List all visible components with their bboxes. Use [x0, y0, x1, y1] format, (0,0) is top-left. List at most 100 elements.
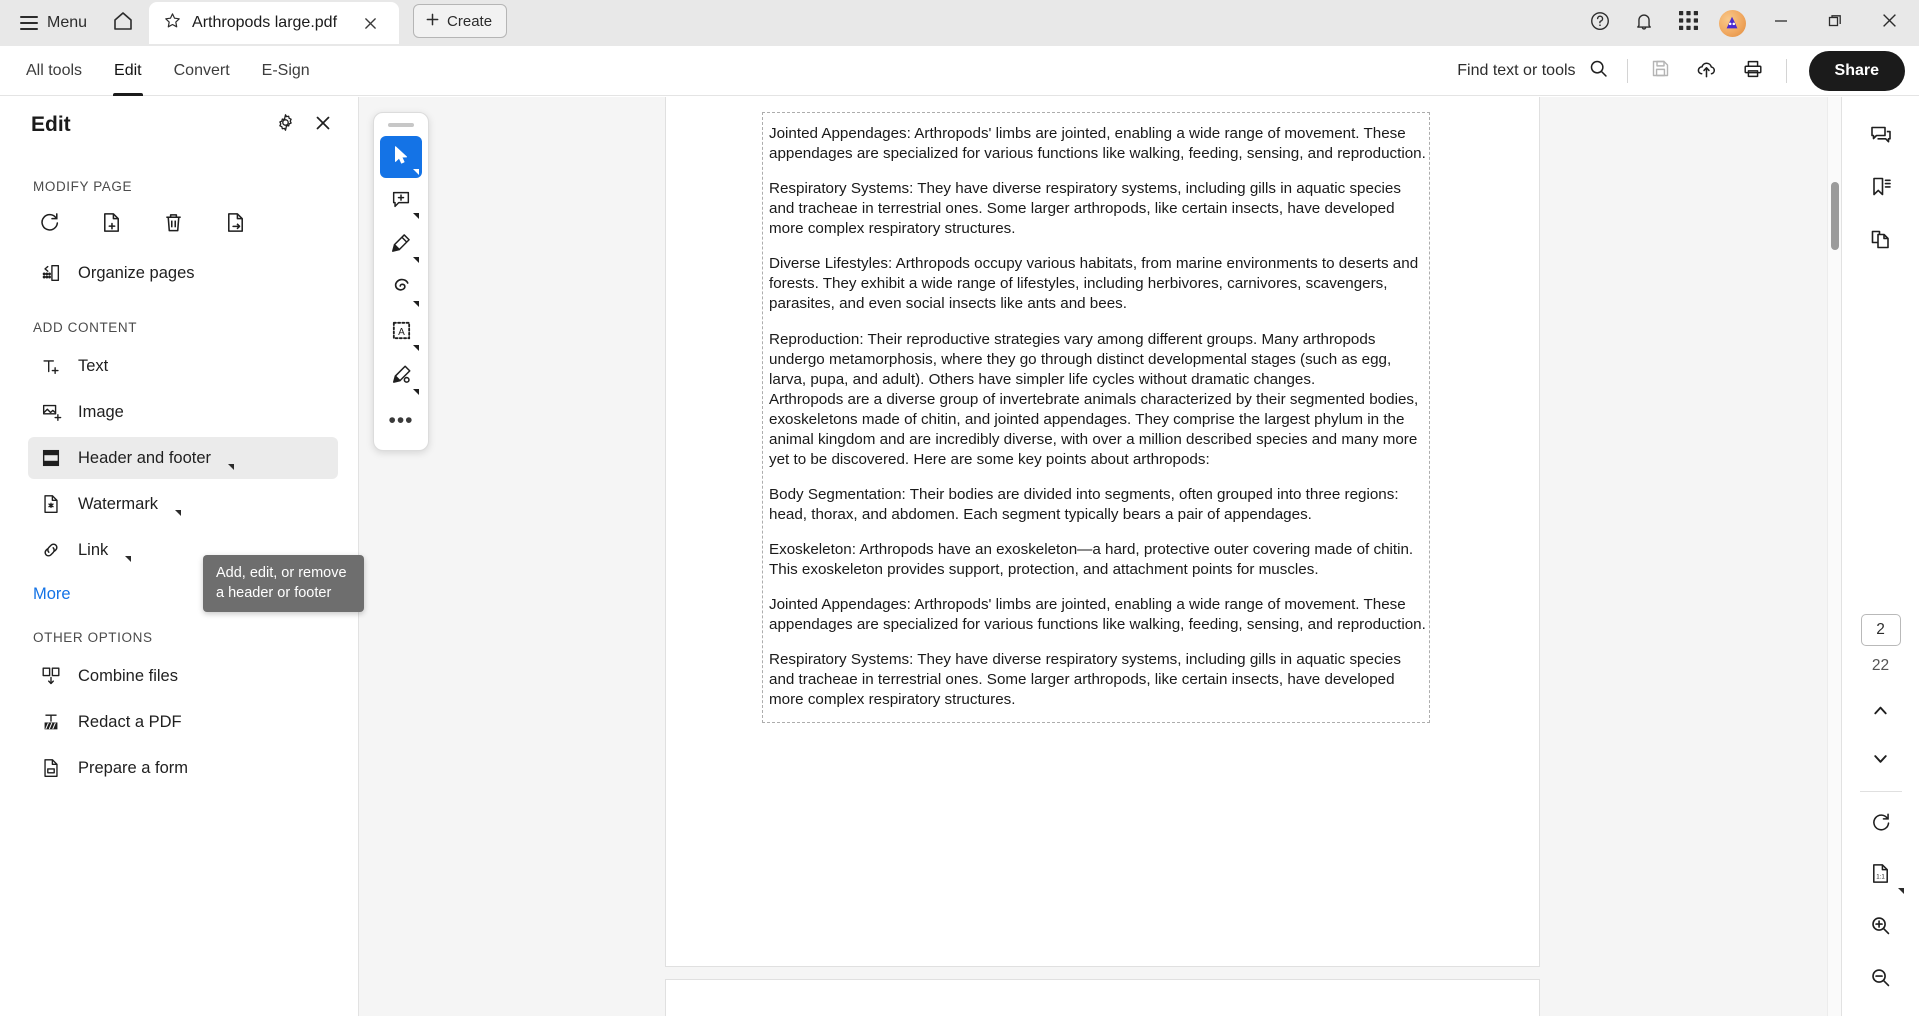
- document-scrollbar[interactable]: [1827, 97, 1841, 1016]
- more-link[interactable]: More: [0, 585, 71, 604]
- chevron-down-icon[interactable]: [413, 345, 419, 351]
- panel-title: Edit: [31, 113, 71, 136]
- app-switcher-button[interactable]: [1667, 3, 1709, 43]
- text-box-tool-button[interactable]: A: [380, 312, 422, 354]
- page-number-input[interactable]: 2: [1860, 614, 1901, 646]
- tooltip-header-and-footer: Add, edit, or remove a header or footer: [203, 555, 364, 613]
- sidebar-item-watermark[interactable]: Watermark: [28, 483, 338, 525]
- user-account-button[interactable]: [1711, 3, 1753, 43]
- paragraph[interactable]: Respiratory Systems: They have diverse r…: [769, 650, 1429, 710]
- chevron-down-icon[interactable]: [413, 301, 419, 307]
- paragraph[interactable]: Diverse Lifestyles: Arthropods occupy va…: [769, 254, 1429, 314]
- highlight-tool-button[interactable]: [380, 224, 422, 266]
- delete-page-button[interactable]: [152, 204, 194, 246]
- chevron-down-icon[interactable]: [228, 464, 235, 470]
- share-button[interactable]: Share: [1808, 51, 1905, 91]
- tab-all-tools[interactable]: All tools: [10, 46, 98, 96]
- chevron-down-icon[interactable]: [175, 510, 182, 516]
- combine-files-icon: [38, 665, 64, 687]
- tab-close-icon[interactable]: [357, 10, 383, 36]
- pdf-page-1[interactable]: Jointed Appendages: Arthropods' limbs ar…: [665, 97, 1540, 967]
- chevron-down-icon[interactable]: [413, 213, 419, 219]
- modify-page-quick-actions: [0, 204, 358, 246]
- paragraph[interactable]: Jointed Appendages: Arthropods' limbs ar…: [769, 124, 1429, 164]
- rotate-page-button[interactable]: [28, 204, 70, 246]
- delete-page-icon: [162, 211, 185, 239]
- print-button[interactable]: [1732, 51, 1774, 91]
- draw-tool-button[interactable]: [380, 268, 422, 310]
- window-minimize-button[interactable]: [1755, 0, 1807, 46]
- main-toolbar: All tools Edit Convert E-Sign Find text …: [0, 46, 1919, 96]
- notifications-button[interactable]: [1623, 3, 1665, 43]
- menu-button[interactable]: Menu: [10, 6, 97, 40]
- document-viewer[interactable]: Jointed Appendages: Arthropods' limbs ar…: [359, 97, 1841, 1016]
- comment-tool-button[interactable]: [380, 180, 422, 222]
- next-page-button[interactable]: [1859, 739, 1903, 783]
- sidebar-item-redact-a-pdf[interactable]: Redact a PDF: [28, 701, 338, 743]
- plus-icon: [425, 12, 440, 31]
- insert-page-button[interactable]: [90, 204, 132, 246]
- tab-edit-label: Edit: [114, 61, 142, 79]
- chevron-down-icon[interactable]: [1897, 888, 1904, 894]
- zoom-out-button[interactable]: [1859, 958, 1903, 1002]
- paragraph[interactable]: Body Segmentation: Their bodies are divi…: [769, 485, 1429, 525]
- rotate-view-button[interactable]: [1859, 802, 1903, 846]
- organize-pages-icon: [38, 262, 64, 284]
- tab-convert[interactable]: Convert: [158, 46, 246, 96]
- document-tab[interactable]: Arthropods large.pdf: [149, 2, 400, 44]
- select-tool-button[interactable]: [380, 136, 422, 178]
- upload-to-cloud-button[interactable]: [1686, 51, 1728, 91]
- scrollbar-thumb[interactable]: [1831, 182, 1839, 250]
- sidebar-item-text[interactable]: Text: [28, 345, 338, 387]
- chevron-down-icon[interactable]: [413, 257, 419, 263]
- fit-actual-size-button[interactable]: 1:1: [1859, 854, 1904, 898]
- zoom-in-button[interactable]: [1859, 906, 1903, 950]
- editable-text-block[interactable]: Jointed Appendages: Arthropods' limbs ar…: [762, 112, 1430, 723]
- panel-close-button[interactable]: [306, 108, 340, 142]
- create-button[interactable]: Create: [413, 4, 508, 38]
- help-button[interactable]: [1579, 3, 1621, 43]
- paragraph[interactable]: Arthropods are a diverse group of invert…: [769, 390, 1429, 470]
- tab-esign[interactable]: E-Sign: [246, 46, 326, 96]
- paragraph[interactable]: Respiratory Systems: They have diverse r…: [769, 179, 1429, 239]
- sidebar-item-label: Redact a PDF: [78, 712, 182, 731]
- help-icon: [1589, 10, 1611, 37]
- paragraph[interactable]: Reproduction: Their reproductive strateg…: [769, 330, 1429, 390]
- prepare-form-icon: [38, 757, 64, 779]
- extract-page-button[interactable]: [214, 204, 256, 246]
- chevron-down-icon[interactable]: [413, 389, 419, 395]
- paragraph[interactable]: Exoskeleton: Arthropods have an exoskele…: [769, 540, 1429, 580]
- bookmarks-button[interactable]: [1859, 167, 1903, 211]
- save-button[interactable]: [1640, 51, 1682, 91]
- previous-page-button[interactable]: [1859, 691, 1903, 735]
- window-close-button[interactable]: [1863, 0, 1915, 46]
- chevron-down-icon[interactable]: [125, 556, 132, 562]
- avatar: [1718, 9, 1746, 37]
- home-button[interactable]: [103, 3, 143, 43]
- create-button-label: Create: [447, 12, 493, 30]
- tab-esign-label: E-Sign: [261, 61, 310, 79]
- chevron-down-icon[interactable]: [413, 169, 419, 175]
- tool-tabs: All tools Edit Convert E-Sign: [0, 46, 326, 96]
- sidebar-item-combine-files[interactable]: Combine files: [28, 655, 338, 697]
- comments-button[interactable]: [1859, 115, 1903, 159]
- tab-edit[interactable]: Edit: [98, 46, 158, 96]
- sidebar-item-image[interactable]: Image: [28, 391, 338, 433]
- page-thumbnails-button[interactable]: [1859, 219, 1903, 263]
- find-text-or-tools-button[interactable]: Find text or tools: [1451, 53, 1614, 89]
- bookmarks-icon: [1869, 175, 1893, 204]
- sign-tool-button[interactable]: [380, 356, 422, 398]
- sidebar-item-organize-pages[interactable]: Organize pages: [28, 252, 338, 294]
- paragraph[interactable]: Jointed Appendages: Arthropods' limbs ar…: [769, 595, 1429, 635]
- sidebar-item-prepare-a-form[interactable]: Prepare a form: [28, 747, 338, 789]
- print-icon: [1742, 58, 1764, 85]
- star-icon[interactable]: [163, 11, 182, 35]
- zoom-in-icon: [1869, 914, 1892, 942]
- pdf-page-2[interactable]: Diverse Lifestyles: Arthropods occupy va…: [665, 979, 1540, 1016]
- annotation-floating-toolbar[interactable]: A •••: [373, 112, 429, 451]
- drag-handle[interactable]: [388, 123, 414, 127]
- window-restore-button[interactable]: [1809, 0, 1861, 46]
- sidebar-item-header-and-footer[interactable]: Header and footer: [28, 437, 338, 479]
- more-tools-button[interactable]: •••: [380, 400, 422, 442]
- panel-settings-button[interactable]: [268, 108, 302, 142]
